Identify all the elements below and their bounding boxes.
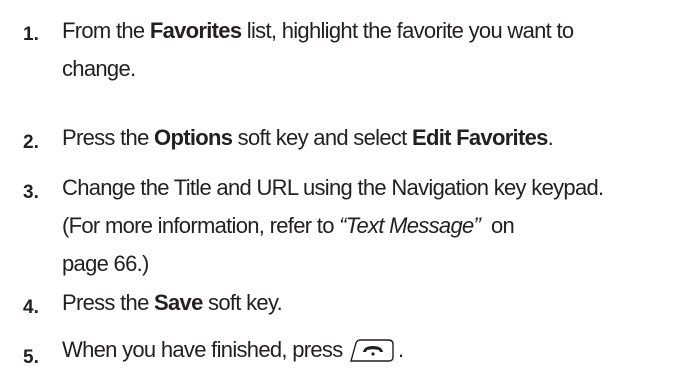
step-text: Press the Options soft key and select Ed… [62, 125, 554, 150]
options-term: Options [154, 125, 233, 150]
end-key-icon [348, 337, 398, 362]
step-text: Change the Title and URL using the Navig… [62, 175, 604, 276]
step-number: 3. [23, 182, 39, 203]
step-number: 1. [23, 24, 39, 45]
step-number: 2. [23, 132, 39, 153]
step-number: 4. [23, 297, 39, 318]
edit-favorites-term: Edit Favorites [411, 125, 548, 150]
step-number: 5. [23, 347, 39, 368]
text-message-reference[interactable]: “Text Message” [339, 213, 481, 238]
save-term: Save [154, 290, 203, 315]
step-text: Press the Save soft key. [62, 290, 283, 315]
favorites-term: Favorites [149, 18, 242, 43]
step-text: From the Favorites list, highlight the f… [62, 18, 574, 81]
step-text: When you have finished, press . [62, 337, 404, 362]
